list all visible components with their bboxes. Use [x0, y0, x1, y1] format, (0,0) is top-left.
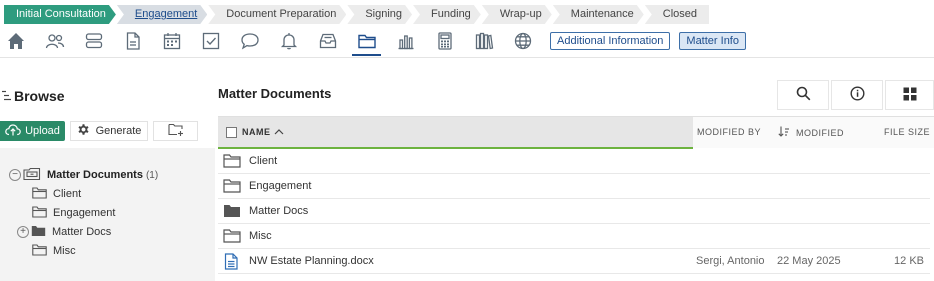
collapse-toggle-icon[interactable]: − [9, 169, 21, 181]
folder-outline-icon [32, 243, 47, 259]
folder-filled-icon [223, 204, 243, 218]
stage-signing[interactable]: Signing [347, 5, 412, 24]
document-modified-date: 22 May 2025 [777, 255, 841, 267]
calendar-icon[interactable] [160, 30, 183, 53]
generate-button[interactable]: Generate [70, 121, 148, 141]
globe-icon[interactable] [511, 30, 534, 53]
books-icon[interactable] [472, 30, 495, 53]
stage-initial-consultation[interactable]: Initial Consultation [4, 5, 116, 24]
calculator-icon[interactable] [433, 30, 456, 53]
documents-header: NAME MODIFIED BY MODIFIED FILE SIZE [218, 116, 934, 149]
select-all-checkbox[interactable] [226, 126, 237, 138]
stage-bar: Initial Consultation Engagement Document… [4, 5, 710, 24]
cabinet-folder-icon [23, 167, 41, 184]
generate-label: Generate [95, 125, 142, 137]
document-file-size: 12 KB [894, 255, 924, 267]
people-icon[interactable] [43, 30, 66, 53]
sort-ascending-icon [274, 126, 284, 138]
tree-item-matter-documents[interactable]: − Matter Documents (1) [9, 166, 158, 184]
document-name: Misc [249, 230, 272, 242]
document-row-client[interactable]: Client [218, 149, 930, 174]
browse-title: Browse [14, 88, 65, 104]
stage-closed[interactable]: Closed [644, 5, 710, 24]
matter-info-button[interactable]: Matter Info [679, 32, 746, 50]
document-name: NW Estate Planning.docx [249, 255, 374, 267]
tree-root-count: (1) [145, 169, 159, 181]
tree-item-label: Matter Docs [52, 226, 112, 238]
folder-outline-icon [32, 186, 47, 202]
sort-descending-icon [778, 126, 790, 140]
bell-icon[interactable] [277, 30, 300, 53]
info-icon [849, 86, 865, 104]
stage-document-preparation[interactable]: Document Preparation [208, 5, 346, 24]
document-row-engagement[interactable]: Engagement [218, 174, 930, 199]
tree-item-label: Misc [53, 245, 76, 257]
tree-item-label: Engagement [53, 207, 116, 219]
modified-by-header[interactable]: MODIFIED BY [697, 127, 761, 137]
folder-outline-icon [223, 179, 243, 193]
upload-button[interactable]: Upload [0, 121, 65, 141]
tree-root-label: Matter Documents [47, 169, 143, 181]
browse-heading[interactable]: Browse [2, 88, 65, 104]
folder-outline-icon [223, 229, 243, 243]
grid-view-icon [903, 87, 917, 104]
new-folder-icon [167, 123, 184, 139]
tree-item-misc[interactable]: Misc [32, 242, 76, 260]
grid-view-button[interactable] [885, 80, 934, 110]
document-row-nw-estate-planning[interactable]: NW Estate Planning.docx Sergi, Antonio 2… [218, 249, 930, 274]
stage-engagement[interactable]: Engagement [117, 5, 207, 24]
document-name: Client [249, 155, 278, 167]
checkbox-icon[interactable] [199, 30, 222, 53]
bar-chart-icon[interactable] [394, 30, 417, 53]
upload-label: Upload [25, 125, 60, 137]
document-name: Engagement [249, 180, 312, 192]
tree-collapse-icon [2, 88, 11, 104]
info-button[interactable] [831, 80, 883, 110]
tree-item-matter-docs[interactable]: + Matter Docs [17, 223, 111, 241]
document-name: Matter Docs [249, 205, 309, 217]
document-icon[interactable] [121, 30, 144, 53]
new-folder-button[interactable] [153, 121, 198, 141]
layers-icon[interactable] [82, 30, 105, 53]
chat-icon[interactable] [238, 30, 261, 53]
folder-outline-icon [32, 205, 47, 221]
tree-item-label: Client [53, 188, 82, 200]
word-document-icon [223, 252, 243, 270]
search-button[interactable] [777, 80, 829, 110]
folder-outline-icon [223, 154, 243, 168]
gear-icon [77, 123, 96, 139]
additional-information-button[interactable]: Additional Information [550, 32, 671, 50]
folder-icon[interactable] [352, 30, 381, 56]
modified-column-header[interactable]: MODIFIED [778, 126, 844, 140]
tree-item-engagement[interactable]: Engagement [32, 204, 115, 222]
stage-maintenance[interactable]: Maintenance [553, 5, 644, 24]
module-toolbar: Additional Information Matter Info [4, 28, 755, 56]
stage-wrap-up[interactable]: Wrap-up [482, 5, 552, 24]
modified-header-label: MODIFIED [796, 128, 844, 138]
search-icon [796, 86, 811, 104]
home-icon[interactable] [4, 30, 27, 53]
name-header-label: NAME [242, 127, 271, 137]
documents-title: Matter Documents [218, 86, 332, 101]
cloud-upload-icon [5, 123, 25, 139]
name-column-header[interactable]: NAME [218, 117, 693, 149]
document-row-misc[interactable]: Misc [218, 224, 930, 249]
expand-toggle-icon[interactable]: + [17, 226, 29, 238]
inbox-icon[interactable] [316, 30, 339, 53]
stage-funding[interactable]: Funding [413, 5, 481, 24]
tree-item-client[interactable]: Client [32, 185, 81, 203]
folder-filled-icon [31, 225, 46, 240]
toolbar-divider [0, 57, 934, 58]
document-modified-by: Sergi, Antonio [696, 255, 765, 267]
document-row-matter-docs[interactable]: Matter Docs [218, 199, 930, 224]
file-size-header[interactable]: FILE SIZE [884, 127, 930, 137]
